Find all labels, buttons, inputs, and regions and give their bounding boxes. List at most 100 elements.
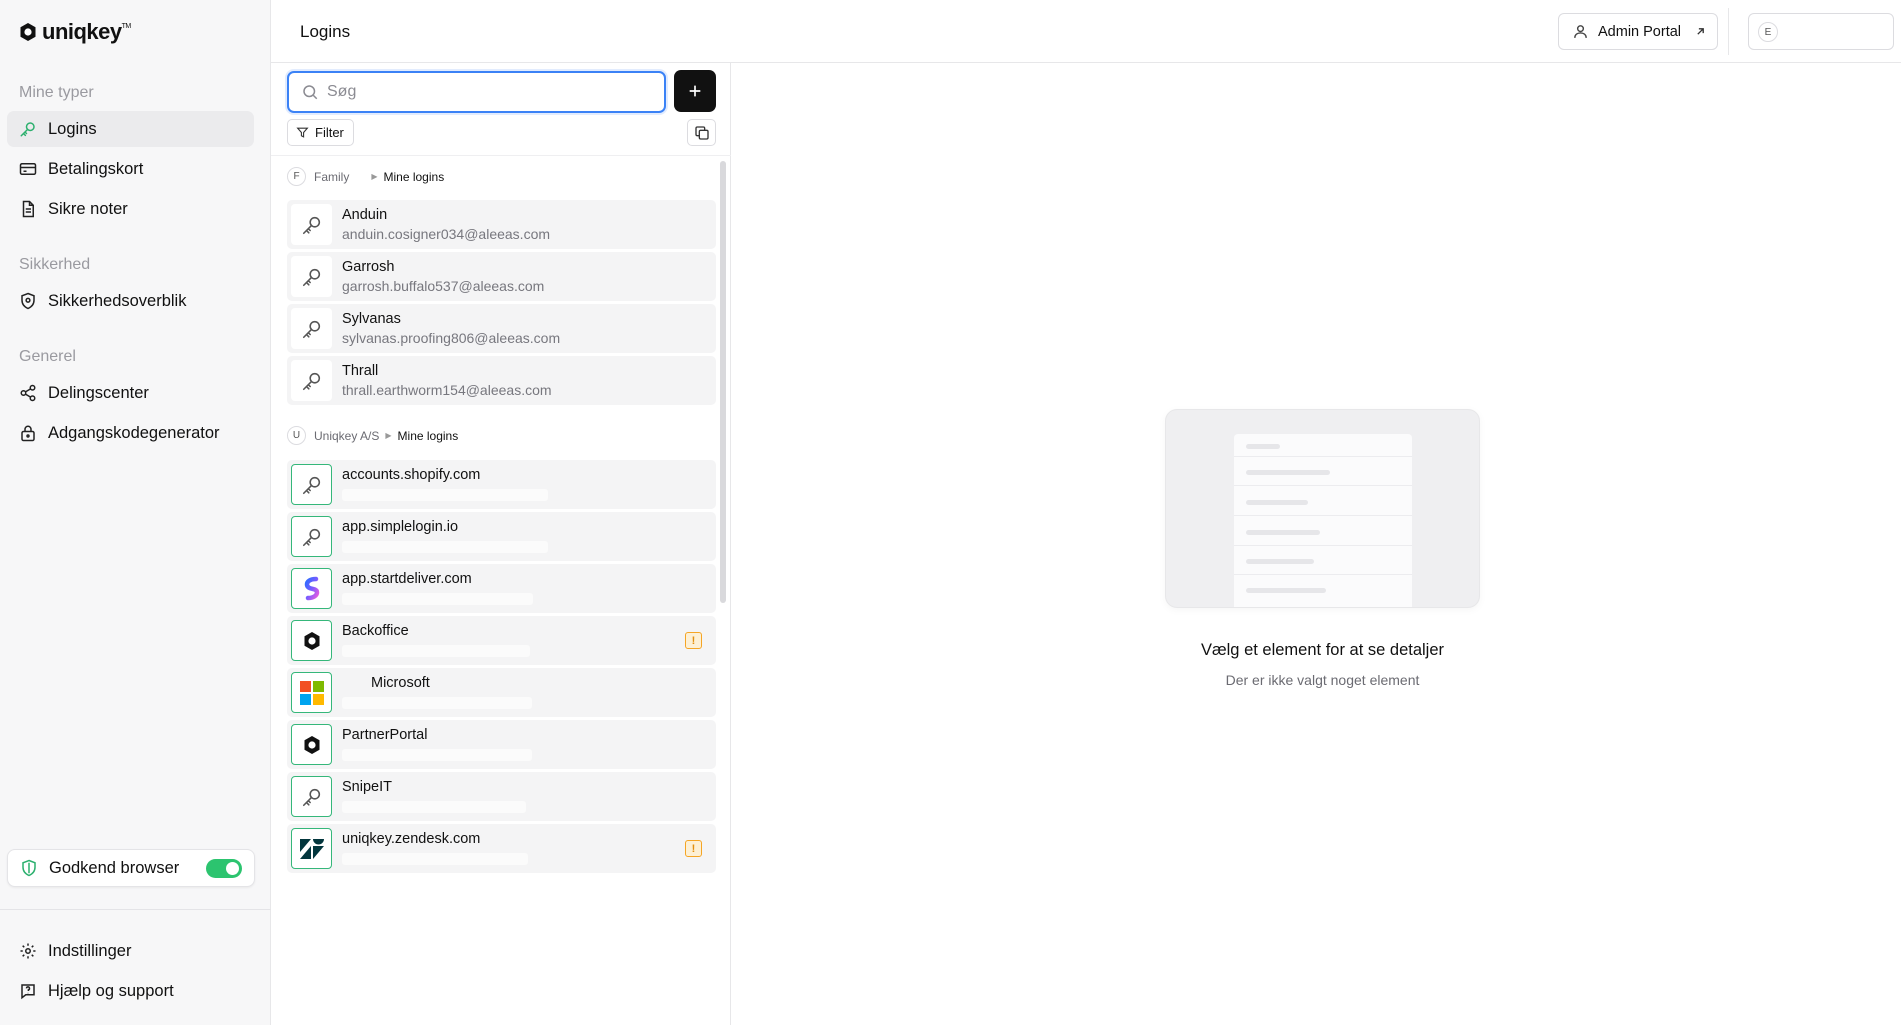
header-separator	[1728, 8, 1729, 55]
share-icon	[20, 384, 36, 402]
uniqkey-logo-icon	[20, 23, 36, 41]
list-item[interactable]: Sylvanas sylvanas.proofing806@aleeas.com	[287, 304, 716, 353]
illustration-divider	[1234, 456, 1412, 457]
sidebar-item-sikre-noter[interactable]: Sikre noter	[7, 191, 254, 227]
row-title: Backoffice	[342, 623, 409, 639]
copy-icon	[694, 125, 709, 140]
list-item[interactable]: accounts.shopify.com	[287, 460, 716, 509]
list-item[interactable]: SnipeIT	[287, 772, 716, 821]
row-subtitle-placeholder	[342, 697, 532, 709]
row-title: Microsoft	[371, 675, 430, 691]
sidebar-item-label: Adgangskodegenerator	[48, 423, 220, 442]
illustration-line	[1246, 530, 1320, 535]
row-title: Garrosh	[342, 259, 395, 275]
list-item[interactable]: Microsoft	[287, 668, 716, 717]
multi-select-button[interactable]	[687, 119, 716, 146]
illustration-line	[1246, 588, 1326, 593]
empty-state-illustration	[1165, 409, 1480, 608]
key-icon	[302, 788, 320, 806]
row-icon	[291, 724, 332, 765]
zendesk-logo-icon	[299, 838, 324, 859]
row-subtitle: thrall.earthworm154@aleeas.com	[342, 382, 552, 398]
sidebar-divider	[0, 909, 271, 910]
sidebar-item-betalingskort[interactable]: Betalingskort	[7, 151, 254, 187]
sidebar-item-hjaelp[interactable]: Hjælp og support	[7, 973, 254, 1009]
sidebar-item-label: Indstillinger	[48, 941, 132, 960]
row-icon	[291, 828, 332, 869]
illustration-card	[1234, 434, 1412, 607]
row-title: Sylvanas	[342, 311, 401, 327]
sidebar-item-logins[interactable]: Logins	[7, 111, 254, 147]
illustration-divider	[1234, 545, 1412, 546]
lock-icon	[21, 425, 35, 442]
row-subtitle-placeholder	[342, 541, 548, 553]
list-item[interactable]: Thrall thrall.earthworm154@aleeas.com	[287, 356, 716, 405]
illustration-divider	[1234, 515, 1412, 516]
admin-portal-button[interactable]: Admin Portal	[1558, 13, 1718, 50]
row-subtitle-placeholder	[342, 801, 526, 813]
row-subtitle-placeholder	[342, 853, 528, 865]
sidebar-item-delingscenter[interactable]: Delingscenter	[7, 375, 254, 411]
key-icon	[302, 476, 320, 494]
credit-card-icon	[19, 163, 37, 175]
list-item[interactable]: Anduin anduin.cosigner034@aleeas.com	[287, 200, 716, 249]
list-item[interactable]: app.startdeliver.com	[287, 564, 716, 613]
approve-browser-toggle[interactable]	[206, 859, 242, 878]
sidebar-item-indstillinger[interactable]: Indstillinger	[7, 933, 254, 969]
row-icon	[291, 620, 332, 661]
row-subtitle-placeholder	[342, 645, 530, 657]
sidebar: uniqkeyTM Mine typer Logins Betalingskor…	[0, 0, 271, 1025]
plus-icon	[689, 85, 701, 97]
list-scrollbar[interactable]	[720, 161, 726, 603]
sidebar-item-label: Hjælp og support	[48, 981, 174, 1000]
sidebar-item-label: Delingscenter	[48, 383, 149, 402]
section-title-generel: Generel	[19, 348, 76, 365]
list-item[interactable]: Backoffice !	[287, 616, 716, 665]
row-subtitle-placeholder	[342, 489, 548, 501]
brand-tm: TM	[121, 23, 132, 30]
list-item[interactable]: PartnerPortal	[287, 720, 716, 769]
key-icon	[302, 372, 320, 390]
gear-icon	[20, 943, 36, 959]
group-header-family[interactable]: F Family ▶ Mine logins	[287, 167, 444, 186]
row-icon	[291, 308, 332, 349]
sidebar-item-label: Logins	[48, 119, 97, 138]
empty-state-title: Vælg et element for at se detaljer	[1200, 641, 1445, 659]
external-link-icon	[1697, 28, 1704, 35]
user-menu[interactable]: E	[1748, 13, 1894, 50]
note-icon	[22, 200, 34, 218]
row-title: SnipeIT	[342, 779, 392, 795]
user-icon	[1574, 25, 1587, 38]
sidebar-item-label: Betalingskort	[48, 159, 144, 178]
sidebar-item-label: Sikre noter	[48, 199, 128, 218]
row-title: accounts.shopify.com	[342, 467, 481, 483]
warning-icon[interactable]: !	[685, 840, 702, 857]
uniqkey-logo-icon	[304, 631, 319, 650]
row-subtitle: anduin.cosigner034@aleeas.com	[342, 226, 551, 242]
group-subfolder: Mine logins	[397, 428, 459, 443]
search-box[interactable]	[287, 71, 666, 113]
search-input[interactable]	[327, 83, 647, 101]
startdeliver-logo-icon	[304, 576, 319, 600]
warning-icon[interactable]: !	[685, 632, 702, 649]
filter-button[interactable]: Filter	[287, 119, 354, 146]
empty-state-subtitle: Der er ikke valgt noget element	[1225, 672, 1420, 688]
brand-name: uniqkey	[42, 19, 122, 44]
list-item[interactable]: uniqkey.zendesk.com !	[287, 824, 716, 873]
row-icon	[291, 516, 332, 557]
row-title: app.simplelogin.io	[342, 519, 459, 535]
row-icon	[291, 204, 332, 245]
row-icon	[291, 464, 332, 505]
add-login-button[interactable]	[674, 70, 716, 112]
sidebar-item-adgangskodegenerator[interactable]: Adgangskodegenerator	[7, 415, 254, 451]
sidebar-item-sikkerhedsoverblik[interactable]: Sikkerhedsoverblik	[7, 283, 254, 319]
sidebar-item-label: Sikkerhedsoverblik	[48, 291, 187, 310]
uniqkey-logo[interactable]: uniqkeyTM	[19, 19, 131, 45]
group-subfolder: Mine logins	[383, 169, 445, 184]
filter-label: Filter	[315, 125, 344, 140]
group-header-uniqkey[interactable]: U Uniqkey A/S ▶ Mine logins	[287, 426, 458, 445]
list-item[interactable]: app.simplelogin.io	[287, 512, 716, 561]
list-item[interactable]: Garrosh garrosh.buffalo537@aleeas.com	[287, 252, 716, 301]
row-title: Anduin	[342, 207, 388, 223]
row-subtitle: garrosh.buffalo537@aleeas.com	[342, 278, 545, 294]
